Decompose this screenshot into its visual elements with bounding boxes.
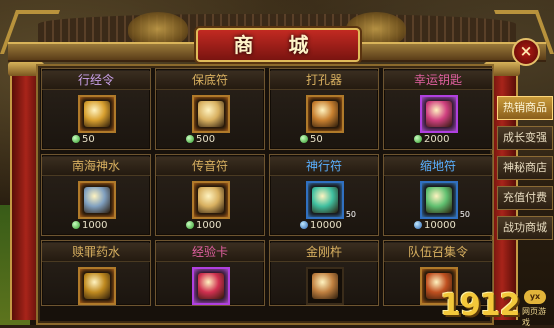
green-talisman-icon xyxy=(426,187,452,213)
item-stack-count: 50 xyxy=(459,210,470,219)
potion-icon xyxy=(84,273,110,299)
item-name: 保底符 xyxy=(156,71,264,90)
item-slot[interactable] xyxy=(78,95,116,133)
item-slot[interactable]: 50 xyxy=(306,181,356,219)
item-name: 缩地符 xyxy=(384,157,492,176)
item-price: 50 xyxy=(72,133,95,147)
green-gem-icon xyxy=(414,135,422,143)
item-slot[interactable] xyxy=(78,267,116,305)
tab-4[interactable]: 充值付费 xyxy=(497,186,553,210)
shop-item-card[interactable]: 保底符 500 xyxy=(155,68,265,150)
blue-gem-icon xyxy=(414,221,422,229)
item-price: 10000 xyxy=(300,219,342,233)
item-slot[interactable] xyxy=(306,267,344,305)
item-slot[interactable] xyxy=(192,181,230,219)
price-value: 50 xyxy=(82,134,95,145)
item-name: 打孔器 xyxy=(270,71,378,90)
price-value: 500 xyxy=(196,134,216,145)
item-name: 金刚杵 xyxy=(270,243,378,262)
item-price: 500 xyxy=(186,133,215,147)
item-stack-count: 50 xyxy=(345,210,356,219)
price-value: 50 xyxy=(310,134,323,145)
item-slot[interactable]: 50 xyxy=(420,181,470,219)
shop-item-card[interactable]: 神行符 50 10000 xyxy=(269,154,379,236)
item-price: 1000 xyxy=(186,219,221,233)
item-price: 1000 xyxy=(72,219,107,233)
item-slot[interactable] xyxy=(192,267,230,305)
green-gem-icon xyxy=(72,135,80,143)
shop-item-card[interactable]: 幸运钥匙 2000 xyxy=(383,68,493,150)
green-gem-icon xyxy=(72,221,80,229)
item-slot[interactable] xyxy=(192,95,230,133)
item-slot[interactable] xyxy=(420,95,458,133)
tab-3[interactable]: 神秘商店 xyxy=(497,156,553,180)
shop-item-card[interactable]: 行经令 50 xyxy=(41,68,151,150)
shop-item-card[interactable]: 赎罪药水 xyxy=(41,240,151,306)
shop-title-plaque: 商 城 xyxy=(196,28,360,62)
shop-item-card[interactable]: 传音符 1000 xyxy=(155,154,265,236)
item-price: 2000 xyxy=(414,133,449,147)
scroll-icon xyxy=(198,187,224,213)
shop-item-card[interactable]: 南海神水 1000 xyxy=(41,154,151,236)
item-slot[interactable] xyxy=(306,95,344,133)
green-gem-icon xyxy=(186,135,194,143)
shop-item-card[interactable]: 经验卡 xyxy=(155,240,265,306)
price-value: 10000 xyxy=(424,220,456,231)
shop-item-card[interactable]: 打孔器 50 xyxy=(269,68,379,150)
logo-badge: yx xyxy=(524,290,546,304)
item-name: 经验卡 xyxy=(156,243,264,262)
shop-item-card[interactable]: 缩地符 50 10000 xyxy=(383,154,493,236)
dragon-ornament-left xyxy=(128,12,188,46)
item-price: 10000 xyxy=(414,219,456,233)
item-name: 队伍召集令 xyxy=(384,243,492,262)
item-slot[interactable] xyxy=(78,181,116,219)
blue-gem-icon xyxy=(300,221,308,229)
green-gem-icon xyxy=(300,135,308,143)
item-price: 50 xyxy=(300,133,323,147)
item-name: 幸运钥匙 xyxy=(384,71,492,90)
tab-2[interactable]: 成长变强 xyxy=(497,126,553,150)
water-bottle-icon xyxy=(84,187,110,213)
item-name: 行经令 xyxy=(42,71,150,90)
price-value: 1000 xyxy=(82,220,108,231)
exp-card-icon xyxy=(198,273,224,299)
site-logo: 1912 yx 网页游戏 xyxy=(440,288,552,327)
drill-icon xyxy=(312,101,338,127)
price-value: 2000 xyxy=(424,134,450,145)
blue-talisman-icon xyxy=(312,187,338,213)
shop-item-card[interactable]: 金刚杵 xyxy=(269,240,379,306)
green-gem-icon xyxy=(186,221,194,229)
item-name: 神行符 xyxy=(270,157,378,176)
vajra-icon xyxy=(312,273,338,299)
tab-1[interactable]: 热销商品 xyxy=(497,96,553,120)
price-value: 10000 xyxy=(310,220,342,231)
key-icon xyxy=(426,101,452,127)
price-value: 1000 xyxy=(196,220,222,231)
talisman-scroll-icon xyxy=(198,101,224,127)
item-name: 南海神水 xyxy=(42,157,150,176)
token-icon xyxy=(84,101,110,127)
tab-5[interactable]: 战功商城 xyxy=(497,216,553,240)
logo-digits: 1912 xyxy=(440,288,520,323)
item-name: 赎罪药水 xyxy=(42,243,150,262)
shop-title: 商 城 xyxy=(233,33,323,57)
item-name: 传音符 xyxy=(156,157,264,176)
